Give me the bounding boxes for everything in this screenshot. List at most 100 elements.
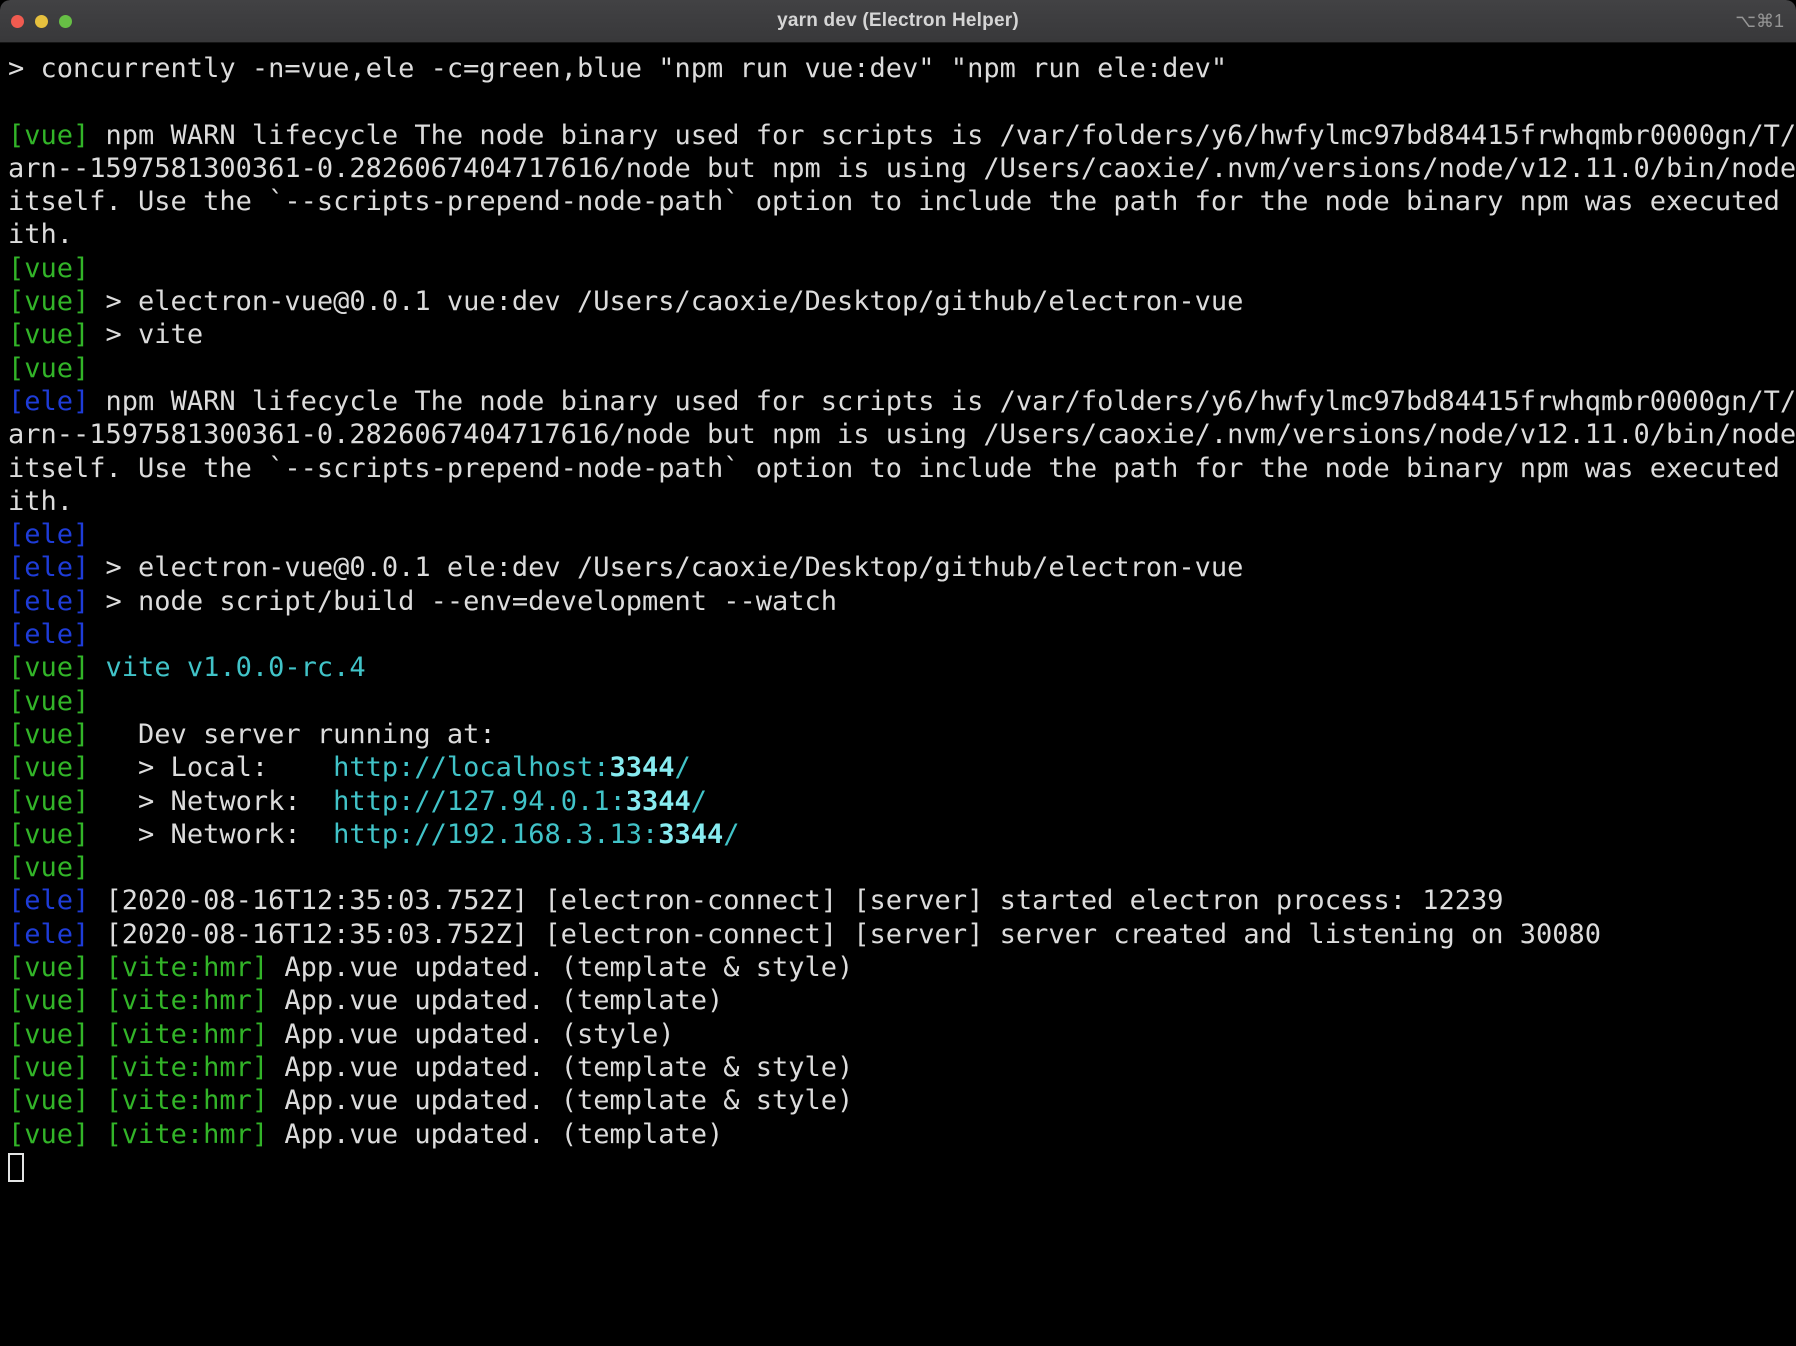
terminal-output[interactable]: > concurrently -n=vue,ele -c=green,blue … — [0, 43, 1796, 1184]
terminal-text-segment: App.vue updated. (template & style) — [268, 952, 853, 983]
terminal-line: [vue] [vite:hmr] App.vue updated. (templ… — [8, 1118, 1796, 1151]
terminal-text-segment: ith. — [8, 486, 73, 517]
terminal-line: [vue] Dev server running at: — [8, 718, 1796, 751]
terminal-line: [vue] > Local: http://localhost:3344/ — [8, 751, 1796, 784]
terminal-text-segment: App.vue updated. (template) — [268, 985, 723, 1016]
terminal-text-segment: [vue] — [8, 719, 89, 750]
terminal-text-segment: App.vue updated. (template) — [268, 1119, 723, 1150]
terminal-line: arn--1597581300361-0.2826067404717616/no… — [8, 418, 1796, 451]
terminal-line: [vue] — [8, 252, 1796, 285]
terminal-text-segment — [89, 652, 105, 683]
terminal-text-segment: arn--1597581300361-0.2826067404717616/no… — [8, 419, 1796, 450]
terminal-text-segment: > vite — [89, 319, 203, 350]
terminal-line: [vue] vite v1.0.0-rc.4 — [8, 651, 1796, 684]
window-shortcut-badge: ⌥⌘1 — [1735, 0, 1784, 42]
close-button[interactable] — [11, 15, 24, 28]
terminal-line: [vue] — [8, 685, 1796, 718]
terminal-text-segment — [89, 985, 105, 1016]
terminal-cursor — [8, 1153, 24, 1182]
terminal-text-segment: [2020-08-16T12:35:03.752Z] [electron-con… — [89, 919, 1601, 950]
terminal-text-segment: npm WARN lifecycle The node binary used … — [89, 386, 1796, 417]
terminal-line: itself. Use the `--scripts-prepend-node-… — [8, 452, 1796, 485]
terminal-text-segment: [vue] — [8, 1119, 89, 1150]
terminal-text-segment: [vue] — [8, 686, 89, 717]
window-title: yarn dev (Electron Helper) — [777, 10, 1019, 32]
terminal-text-segment: 3344 — [658, 819, 723, 850]
terminal-text-segment: [vite:hmr] — [106, 1119, 269, 1150]
terminal-text-segment: arn--1597581300361-0.2826067404717616/no… — [8, 153, 1796, 184]
titlebar[interactable]: yarn dev (Electron Helper) ⌥⌘1 — [0, 0, 1796, 43]
terminal-line: [ele] [2020-08-16T12:35:03.752Z] [electr… — [8, 884, 1796, 917]
terminal-text-segment: App.vue updated. (style) — [268, 1019, 674, 1050]
terminal-text-segment: [ele] — [8, 386, 89, 417]
terminal-line: [vue] > vite — [8, 318, 1796, 351]
terminal-text-segment: [vue] — [8, 253, 89, 284]
zoom-button[interactable] — [59, 15, 72, 28]
terminal-line: itself. Use the `--scripts-prepend-node-… — [8, 185, 1796, 218]
terminal-text-segment: App.vue updated. (template & style) — [268, 1085, 853, 1116]
terminal-text-segment: [vue] — [8, 985, 89, 1016]
terminal-line: [ele] — [8, 618, 1796, 651]
terminal-text-segment: / — [723, 819, 739, 850]
terminal-window: yarn dev (Electron Helper) ⌥⌘1 > concurr… — [0, 0, 1796, 1346]
terminal-text-segment: [vue] — [8, 652, 89, 683]
terminal-line: [ele] > node script/build --env=developm… — [8, 585, 1796, 618]
terminal-text-segment: / — [675, 752, 691, 783]
terminal-text-segment: [vite:hmr] — [106, 1085, 269, 1116]
terminal-text-segment: [2020-08-16T12:35:03.752Z] [electron-con… — [89, 885, 1503, 916]
terminal-text-segment: npm WARN lifecycle The node binary used … — [89, 120, 1796, 151]
terminal-line: [ele] [2020-08-16T12:35:03.752Z] [electr… — [8, 918, 1796, 951]
terminal-line — [8, 85, 1796, 118]
terminal-text-segment: > concurrently -n=vue,ele -c=green,blue … — [8, 53, 1227, 84]
terminal-line: ith. — [8, 218, 1796, 251]
terminal-text-segment: http://localhost: — [333, 752, 609, 783]
terminal-text-segment: [vite:hmr] — [106, 952, 269, 983]
terminal-text-segment: [ele] — [8, 619, 89, 650]
terminal-text-segment: 3344 — [626, 786, 691, 817]
terminal-text-segment: [vue] — [8, 786, 89, 817]
terminal-text-segment: [vue] — [8, 353, 89, 384]
terminal-line: ith. — [8, 485, 1796, 518]
terminal-text-segment: [ele] — [8, 586, 89, 617]
terminal-text-segment: ith. — [8, 219, 73, 250]
terminal-text-segment: / — [691, 786, 707, 817]
terminal-line: [vue] [vite:hmr] App.vue updated. (templ… — [8, 984, 1796, 1017]
terminal-line: [vue] [vite:hmr] App.vue updated. (templ… — [8, 1051, 1796, 1084]
terminal-line: [ele] — [8, 518, 1796, 551]
terminal-cursor-line — [8, 1151, 1796, 1184]
terminal-text-segment: [ele] — [8, 552, 89, 583]
terminal-text-segment: [vue] — [8, 752, 89, 783]
terminal-line: [vue] — [8, 851, 1796, 884]
terminal-line: > concurrently -n=vue,ele -c=green,blue … — [8, 52, 1796, 85]
terminal-line: [vue] > electron-vue@0.0.1 vue:dev /User… — [8, 285, 1796, 318]
terminal-text-segment: > Local: — [89, 752, 333, 783]
terminal-text-segment: > electron-vue@0.0.1 vue:dev /Users/caox… — [89, 286, 1243, 317]
terminal-text-segment: [ele] — [8, 919, 89, 950]
terminal-line: arn--1597581300361-0.2826067404717616/no… — [8, 152, 1796, 185]
terminal-text-segment: [vue] — [8, 1085, 89, 1116]
terminal-text-segment: > electron-vue@0.0.1 ele:dev /Users/caox… — [89, 552, 1243, 583]
terminal-text-segment: itself. Use the `--scripts-prepend-node-… — [8, 186, 1796, 217]
terminal-text-segment — [89, 1119, 105, 1150]
terminal-line: [ele] npm WARN lifecycle The node binary… — [8, 385, 1796, 418]
terminal-text-segment: itself. Use the `--scripts-prepend-node-… — [8, 453, 1796, 484]
terminal-text-segment: [vue] — [8, 120, 89, 151]
terminal-text-segment: [vite:hmr] — [106, 1052, 269, 1083]
traffic-lights — [11, 0, 72, 42]
terminal-text-segment: > Network: — [89, 819, 333, 850]
terminal-text-segment: [vue] — [8, 319, 89, 350]
minimize-button[interactable] — [35, 15, 48, 28]
terminal-text-segment: http://127.94.0.1: — [333, 786, 626, 817]
terminal-text-segment — [89, 952, 105, 983]
terminal-line: [vue] [vite:hmr] App.vue updated. (style… — [8, 1018, 1796, 1051]
terminal-text-segment: Dev server running at: — [89, 719, 495, 750]
terminal-text-segment: [vue] — [8, 286, 89, 317]
terminal-text-segment: > Network: — [89, 786, 333, 817]
terminal-text-segment: > node script/build --env=development --… — [89, 586, 837, 617]
terminal-text-segment: 3344 — [609, 752, 674, 783]
terminal-text-segment: http://192.168.3.13: — [333, 819, 658, 850]
terminal-text-segment: [vue] — [8, 952, 89, 983]
terminal-text-segment: [ele] — [8, 519, 89, 550]
terminal-line: [vue] [vite:hmr] App.vue updated. (templ… — [8, 1084, 1796, 1117]
terminal-line: [vue] — [8, 352, 1796, 385]
